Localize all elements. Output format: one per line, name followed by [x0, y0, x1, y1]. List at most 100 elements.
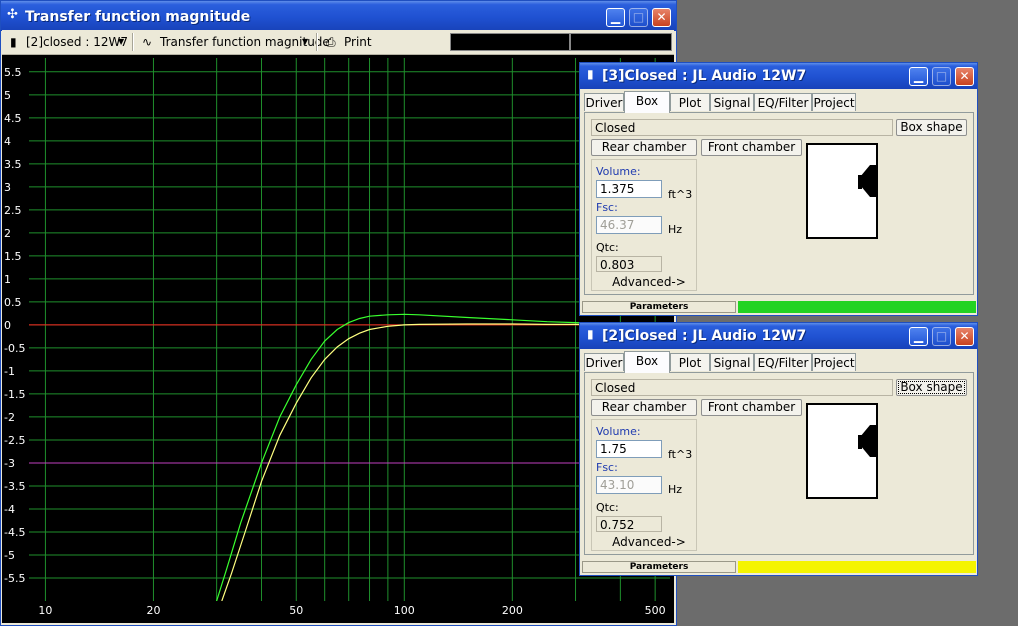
maximize-button[interactable]: □: [629, 8, 648, 27]
y-tick-label: -5.5: [4, 572, 25, 585]
plot-area[interactable]: 5.5 5 4.5 4 3.5 3 2.5 2 1.5 1 0.5 0 -0.5 -1 -1.5 -2 -2.5…: [2, 55, 674, 623]
y-tick-label: 2.5: [4, 204, 22, 217]
advanced-button[interactable]: Advanced->: [612, 275, 686, 290]
maximize-button[interactable]: □: [932, 327, 951, 346]
box-window-title-bar[interactable]: ▮ [2]Closed : JL Audio 12W7 ▁ □ ✕: [580, 323, 977, 349]
y-tick-label: -3: [4, 457, 15, 470]
box-tab-panel: Closed Box shape Rear chamber Front cham…: [584, 372, 974, 555]
x-tick-label: 10: [38, 604, 52, 617]
tab-plot[interactable]: Plot: [670, 93, 710, 111]
box-window-3: ▮ [3]Closed : JL Audio 12W7 ▁ □ ✕ Driver…: [579, 62, 978, 316]
tab-box[interactable]: Box: [624, 351, 670, 373]
speaker-icon: ▮: [587, 327, 594, 341]
y-tick-label: -3.5: [4, 480, 25, 493]
box-window-2: ▮ [2]Closed : JL Audio 12W7 ▁ □ ✕ Driver…: [579, 322, 978, 576]
y-tick-label: -2: [4, 411, 15, 424]
box-type-field: Closed: [591, 379, 893, 396]
fsc-input: 43.10: [596, 476, 662, 494]
y-tick-label: -2.5: [4, 434, 25, 447]
x-tick-label: 200: [502, 604, 523, 617]
parameters-label: Parameters: [582, 561, 736, 573]
fsc-input: 46.37: [596, 216, 662, 234]
volume-input[interactable]: 1.75: [596, 440, 662, 458]
box-shape-picture: [806, 143, 878, 239]
fsc-label: Fsc:: [596, 201, 618, 214]
x-tick-label: 20: [146, 604, 160, 617]
minimize-button[interactable]: ▁: [606, 8, 625, 27]
rear-chamber-group: Volume: 1.375 ft^3 Fsc: 46.37 Hz Qtc: 0.…: [591, 159, 697, 291]
x-tick-label: 100: [394, 604, 415, 617]
status-bar: Parameters: [582, 561, 976, 573]
main-toolbar: ▮ [2]closed : 12W7 ▼ ∿ Transfer function…: [2, 30, 674, 55]
volume-input[interactable]: 1.375: [596, 180, 662, 198]
y-tick-label: -5: [4, 549, 15, 562]
y-tick-label: -0.5: [4, 342, 25, 355]
readout-box: [450, 33, 570, 51]
chevron-down-icon[interactable]: ▼: [118, 33, 124, 51]
box-window-title-bar[interactable]: ▮ [3]Closed : JL Audio 12W7 ▁ □ ✕: [580, 63, 977, 89]
box-window-title: [2]Closed : JL Audio 12W7: [602, 328, 807, 344]
parameters-status-bar: [738, 561, 976, 573]
x-tick-label: 500: [645, 604, 666, 617]
tab-project[interactable]: Project: [812, 93, 856, 111]
x-tick-label: 50: [289, 604, 303, 617]
advanced-button[interactable]: Advanced->: [612, 535, 686, 550]
y-tick-label: 5: [4, 89, 11, 102]
y-tick-label: 0.5: [4, 296, 22, 309]
minimize-button[interactable]: ▁: [909, 67, 928, 86]
tab-box[interactable]: Box: [624, 91, 670, 113]
tab-eq-filter[interactable]: EQ/Filter: [754, 353, 812, 371]
close-button[interactable]: ✕: [955, 67, 974, 86]
tab-signal[interactable]: Signal: [710, 353, 754, 371]
y-tick-label: 1: [4, 273, 11, 286]
main-window-title: Transfer function magnitude: [25, 9, 251, 25]
tab-signal[interactable]: Signal: [710, 93, 754, 111]
tab-eq-filter[interactable]: EQ/Filter: [754, 93, 812, 111]
chevron-down-icon[interactable]: ▼: [302, 33, 308, 51]
minimize-button[interactable]: ▁: [909, 327, 928, 346]
parameters-status-bar: [738, 301, 976, 313]
front-chamber-button[interactable]: Front chamber: [701, 399, 802, 416]
y-tick-label: 2: [4, 227, 11, 240]
readout-box: [570, 33, 672, 51]
qtc-value: 0.752: [596, 516, 662, 532]
y-tick-label: 4.5: [4, 112, 22, 125]
woofer-icon: [858, 165, 876, 197]
close-button[interactable]: ✕: [955, 327, 974, 346]
volume-unit: ft^3: [668, 448, 693, 461]
rear-chamber-group: Volume: 1.75 ft^3 Fsc: 43.10 Hz Qtc: 0.7…: [591, 419, 697, 551]
y-tick-label: 5.5: [4, 66, 22, 79]
qtc-label: Qtc:: [596, 241, 619, 254]
fsc-unit: Hz: [668, 483, 683, 496]
fsc-unit: Hz: [668, 223, 683, 236]
project-selector[interactable]: [2]closed : 12W7: [26, 33, 128, 51]
toolbar-divider: [132, 33, 134, 51]
tab-driver[interactable]: Driver: [584, 93, 624, 111]
y-tick-label: -4.5: [4, 526, 25, 539]
box-type-field: Closed: [591, 119, 893, 136]
box-tab-panel: Closed Box shape Rear chamber Front cham…: [584, 112, 974, 295]
tab-project[interactable]: Project: [812, 353, 856, 371]
rear-chamber-button[interactable]: Rear chamber: [591, 399, 697, 416]
y-tick-label: -4: [4, 503, 15, 516]
qtc-value: 0.803: [596, 256, 662, 272]
box-shape-picture: [806, 403, 878, 499]
box-shape-button[interactable]: Box shape: [896, 379, 967, 396]
print-button[interactable]: Print: [344, 33, 372, 51]
magnitude-chart[interactable]: 5.5 5 4.5 4 3.5 3 2.5 2 1.5 1 0.5 0 -0.5 -1 -1.5 -2 -2.5…: [2, 55, 674, 623]
close-button[interactable]: ✕: [652, 8, 671, 27]
tab-plot[interactable]: Plot: [670, 353, 710, 371]
box-shape-button[interactable]: Box shape: [896, 119, 967, 136]
tab-driver[interactable]: Driver: [584, 353, 624, 371]
y-tick-label: -1: [4, 365, 15, 378]
y-tick-label: 4: [4, 135, 11, 148]
maximize-button[interactable]: □: [932, 67, 951, 86]
qtc-label: Qtc:: [596, 501, 619, 514]
y-tick-label: -1.5: [4, 388, 25, 401]
speaker-icon: ▮: [587, 67, 594, 81]
y-tick-label: 3: [4, 181, 11, 194]
rear-chamber-button[interactable]: Rear chamber: [591, 139, 697, 156]
main-title-bar[interactable]: ✣ Transfer function magnitude ▁ □ ✕: [1, 1, 676, 31]
front-chamber-button[interactable]: Front chamber: [701, 139, 802, 156]
volume-label: Volume:: [596, 165, 641, 178]
